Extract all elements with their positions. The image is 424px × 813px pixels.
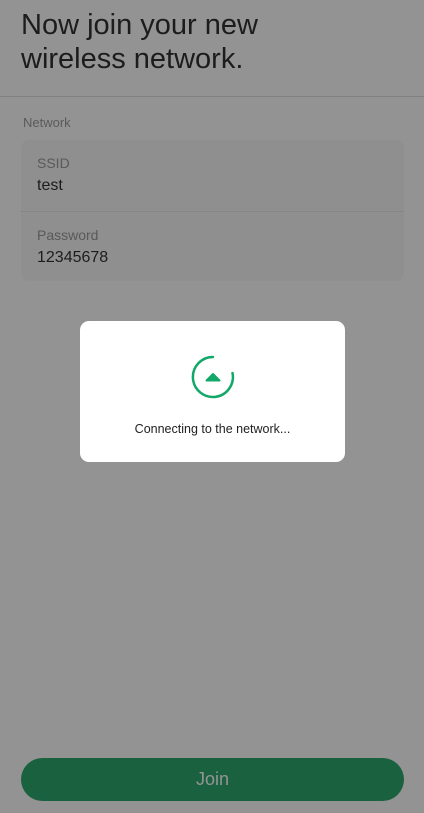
connecting-dialog: Connecting to the network...	[80, 321, 345, 462]
chevron-up-spinner-icon	[191, 355, 235, 399]
connecting-message: Connecting to the network...	[134, 422, 291, 436]
